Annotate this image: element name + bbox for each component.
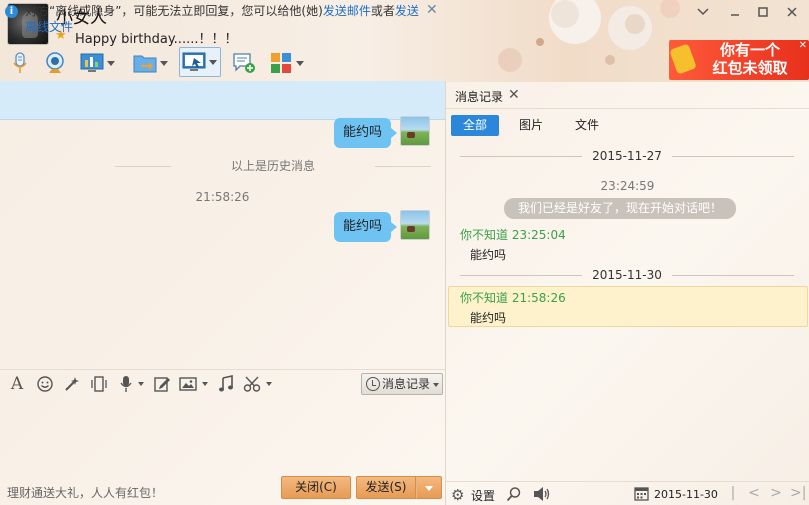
message-time: 21:58:26 bbox=[511, 291, 566, 305]
gear-icon[interactable]: ⚙ bbox=[451, 487, 467, 503]
history-footer-separator bbox=[446, 481, 809, 482]
microphone-icon bbox=[13, 52, 27, 73]
emoji-icon[interactable] bbox=[36, 375, 54, 393]
folder-arrow-icon bbox=[133, 55, 157, 73]
apps-grid-icon bbox=[271, 53, 291, 73]
history-entry-header: 你不知道 23:25:04 bbox=[460, 226, 566, 243]
prev-page-icon[interactable]: < bbox=[746, 485, 762, 501]
chat-add-icon bbox=[233, 53, 255, 73]
first-page-icon[interactable]: |< bbox=[725, 485, 741, 505]
screen-share-icon bbox=[182, 52, 206, 71]
my-avatar[interactable] bbox=[400, 210, 430, 240]
calendar-icon[interactable] bbox=[634, 486, 649, 501]
date-separator: 2015-11-30 bbox=[452, 268, 802, 282]
monitor-chart-icon bbox=[80, 53, 104, 72]
close-icon[interactable]: ✕ bbox=[426, 3, 440, 17]
speaker-icon[interactable] bbox=[533, 486, 551, 502]
minimize-button[interactable] bbox=[725, 3, 745, 21]
chevron-down-icon bbox=[209, 59, 217, 65]
date-separator: 2015-11-27 bbox=[452, 149, 802, 163]
chevron-down-icon[interactable] bbox=[138, 382, 144, 386]
chevron-down-icon bbox=[160, 60, 168, 66]
message-input[interactable] bbox=[0, 398, 445, 472]
font-icon[interactable]: A bbox=[8, 375, 26, 393]
edit-icon[interactable] bbox=[153, 375, 171, 393]
offline-notice-text: 对方“离线或隐身”，可能无法立即回复，您可以给他(她)发送邮件或者发送离线文件 bbox=[25, 3, 420, 35]
filter-images[interactable]: 图片 bbox=[512, 115, 550, 136]
search-icon[interactable] bbox=[506, 486, 522, 502]
message-timestamp: 21:58:26 bbox=[195, 190, 250, 204]
chevron-down-icon[interactable] bbox=[266, 382, 272, 386]
promo-link[interactable]: 理财通送大礼，人人有红包！ bbox=[7, 484, 163, 501]
sender-name: 你不知道 bbox=[460, 228, 509, 242]
history-timestamp: 23:24:59 bbox=[600, 179, 655, 193]
red-packet-text: 你有一个 红包未领取 bbox=[712, 41, 788, 77]
info-icon: i bbox=[5, 5, 18, 18]
screenshot-scissors-icon[interactable] bbox=[243, 375, 261, 393]
remote-desktop-button[interactable] bbox=[80, 49, 115, 77]
music-icon[interactable] bbox=[217, 375, 235, 393]
date-picker-value[interactable]: 2015-11-30 bbox=[654, 488, 718, 501]
close-chat-button[interactable]: 关闭(C) bbox=[281, 476, 351, 499]
red-packet-banner[interactable]: 你有一个 红包未领取 ✕ bbox=[669, 40, 809, 80]
notice-text-part: 对方“离线或隐身”，可能无法立即回复，您可以给他(她) bbox=[25, 4, 323, 18]
message-history-button[interactable]: 消息记录 bbox=[361, 373, 443, 395]
history-message-text: 能约吗 bbox=[470, 311, 507, 325]
history-message-text: 能约吗 bbox=[470, 248, 507, 262]
date-label: 2015-11-30 bbox=[592, 268, 662, 282]
date-label: 2015-11-27 bbox=[592, 149, 662, 163]
red-packet-close-icon[interactable]: ✕ bbox=[799, 40, 807, 51]
apps-button[interactable] bbox=[269, 49, 304, 77]
filter-files[interactable]: 文件 bbox=[568, 115, 606, 136]
sender-name: 你不知道 bbox=[460, 291, 509, 305]
clock-icon bbox=[366, 377, 380, 391]
history-divider: 以上是历史消息 bbox=[115, 158, 431, 174]
next-page-icon[interactable]: > bbox=[768, 485, 784, 501]
vibrate-icon[interactable] bbox=[90, 375, 108, 393]
system-message: 我们已经是好友了，现在开始对话吧！ bbox=[504, 198, 736, 219]
message-text: 能约吗 bbox=[334, 212, 398, 242]
notice-text-part: 或者 bbox=[370, 4, 395, 18]
voice-call-button[interactable] bbox=[8, 49, 32, 77]
close-icon[interactable]: ✕ bbox=[508, 87, 520, 103]
message-bubble: 能约吗 bbox=[334, 212, 398, 242]
settings-label[interactable]: 设置 bbox=[471, 487, 495, 504]
panel-divider bbox=[445, 81, 446, 505]
history-entry-header: 你不知道 21:58:26 bbox=[460, 289, 566, 306]
history-divider-label: 以上是历史消息 bbox=[230, 159, 315, 173]
image-icon[interactable] bbox=[179, 375, 197, 393]
send-email-link[interactable]: 发送邮件 bbox=[323, 4, 371, 18]
voice-message-icon[interactable] bbox=[117, 375, 135, 393]
red-packet-icon bbox=[669, 43, 697, 75]
close-window-button[interactable] bbox=[782, 3, 802, 21]
send-file-button[interactable] bbox=[133, 49, 168, 77]
tab-underline bbox=[446, 108, 809, 109]
send-options-dropdown[interactable] bbox=[416, 476, 442, 499]
skin-dropdown-icon[interactable] bbox=[693, 3, 713, 21]
send-button[interactable]: 发送(S) bbox=[356, 476, 416, 499]
filter-all[interactable]: 全部 bbox=[451, 115, 499, 136]
last-page-icon[interactable]: >| bbox=[790, 485, 806, 501]
message-bubble: 能约吗 bbox=[334, 118, 398, 148]
offline-notice-bar bbox=[0, 81, 445, 120]
screen-share-button[interactable] bbox=[179, 47, 221, 77]
chevron-down-icon bbox=[107, 60, 115, 66]
chevron-down-icon bbox=[433, 383, 439, 387]
input-separator bbox=[0, 369, 445, 370]
my-avatar[interactable] bbox=[400, 116, 430, 146]
chevron-down-icon bbox=[296, 60, 304, 66]
message-time: 23:25:04 bbox=[511, 228, 566, 242]
video-call-button[interactable] bbox=[43, 49, 67, 77]
tab-message-history[interactable]: 消息记录 ✕ bbox=[446, 84, 532, 108]
chevron-down-icon[interactable] bbox=[202, 382, 208, 386]
message-text: 能约吗 bbox=[334, 118, 398, 148]
tab-label: 消息记录 bbox=[455, 90, 504, 104]
create-discussion-button[interactable] bbox=[232, 49, 256, 77]
maximize-button[interactable] bbox=[753, 3, 773, 21]
magic-wand-icon[interactable] bbox=[63, 375, 81, 393]
webcam-icon bbox=[46, 52, 64, 73]
message-history-label: 消息记录 bbox=[382, 377, 431, 391]
